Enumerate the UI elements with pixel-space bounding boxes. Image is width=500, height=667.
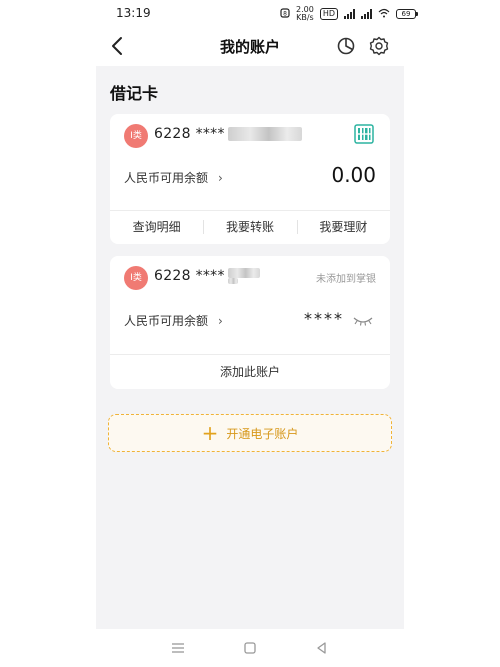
back-triangle-icon[interactable] bbox=[314, 640, 330, 656]
home-icon[interactable] bbox=[242, 640, 258, 656]
wealth-management-button[interactable]: 我要理财 bbox=[296, 210, 390, 244]
network-speed: 2.00 KB/s bbox=[296, 6, 314, 22]
status-time: 13:19 bbox=[116, 6, 151, 20]
query-details-button[interactable]: 查询明细 bbox=[110, 210, 203, 244]
balance-label-text: 人民币可用余额 bbox=[124, 171, 209, 185]
alarm-icon: 8 bbox=[280, 7, 290, 21]
nav-header: 我的账户 bbox=[96, 26, 404, 66]
hd-badge: HD bbox=[319, 8, 338, 20]
status-icons: 8 2.00 KB/s HD 69 bbox=[280, 6, 418, 22]
debit-card-1[interactable]: I类 6228 **** 人民币可用余额 › 0.00 查询明细 我要转账 我要理… bbox=[110, 114, 390, 244]
debit-card-2[interactable]: I类 6228 **** 未添加到掌银 人民币可用余额 › **** 添加此账户 bbox=[110, 256, 390, 389]
eye-closed-icon[interactable] bbox=[352, 312, 374, 326]
main-content: 借记卡 I类 6228 **** 人民币可用余额 › 0.00 查询明细 我要转账… bbox=[96, 66, 404, 629]
page-title: 我的账户 bbox=[219, 38, 280, 56]
card-number: 6228 **** bbox=[154, 268, 225, 284]
open-e-account-label: 开通电子账户 bbox=[226, 426, 299, 441]
plus-icon: + bbox=[201, 421, 219, 445]
chevron-right-icon: › bbox=[218, 171, 223, 185]
menu-icon[interactable] bbox=[170, 640, 186, 656]
gear-icon[interactable] bbox=[368, 35, 390, 57]
transfer-button[interactable]: 我要转账 bbox=[203, 210, 296, 244]
card-number-mask bbox=[228, 268, 260, 278]
chevron-right-icon: › bbox=[218, 314, 223, 328]
add-account-button[interactable]: 添加此账户 bbox=[110, 355, 390, 389]
qr-code-icon[interactable] bbox=[354, 124, 374, 144]
card-actions: 查询明细 我要转账 我要理财 bbox=[110, 210, 390, 244]
card-number-mask bbox=[228, 127, 302, 141]
section-title-debit-card: 借记卡 bbox=[110, 84, 159, 103]
pie-chart-icon[interactable] bbox=[335, 35, 357, 57]
balance-hidden: **** bbox=[304, 309, 344, 328]
card-number-mask-2 bbox=[228, 278, 238, 284]
signal-icon bbox=[344, 9, 355, 19]
card-type-badge: I类 bbox=[124, 124, 148, 148]
balance-value: 0.00 bbox=[331, 163, 376, 187]
open-e-account-button[interactable]: + 开通电子账户 bbox=[108, 414, 392, 452]
speed-unit: KB/s bbox=[296, 13, 314, 22]
wifi-icon bbox=[378, 8, 390, 21]
status-bar: 13:19 8 2.00 KB/s HD 69 bbox=[0, 0, 500, 26]
battery-icon: 69 bbox=[396, 9, 418, 19]
status-badge: 未添加到掌银 bbox=[316, 274, 376, 285]
balance-label[interactable]: 人民币可用余额 › bbox=[124, 312, 223, 329]
signal-icon-2 bbox=[361, 9, 372, 19]
card-number: 6228 **** bbox=[154, 126, 225, 142]
svg-text:8: 8 bbox=[283, 10, 287, 17]
system-nav-bar bbox=[96, 629, 404, 667]
card-type-badge: I类 bbox=[124, 266, 148, 290]
balance-label-text: 人民币可用余额 bbox=[124, 314, 209, 328]
balance-label[interactable]: 人民币可用余额 › bbox=[124, 169, 223, 186]
